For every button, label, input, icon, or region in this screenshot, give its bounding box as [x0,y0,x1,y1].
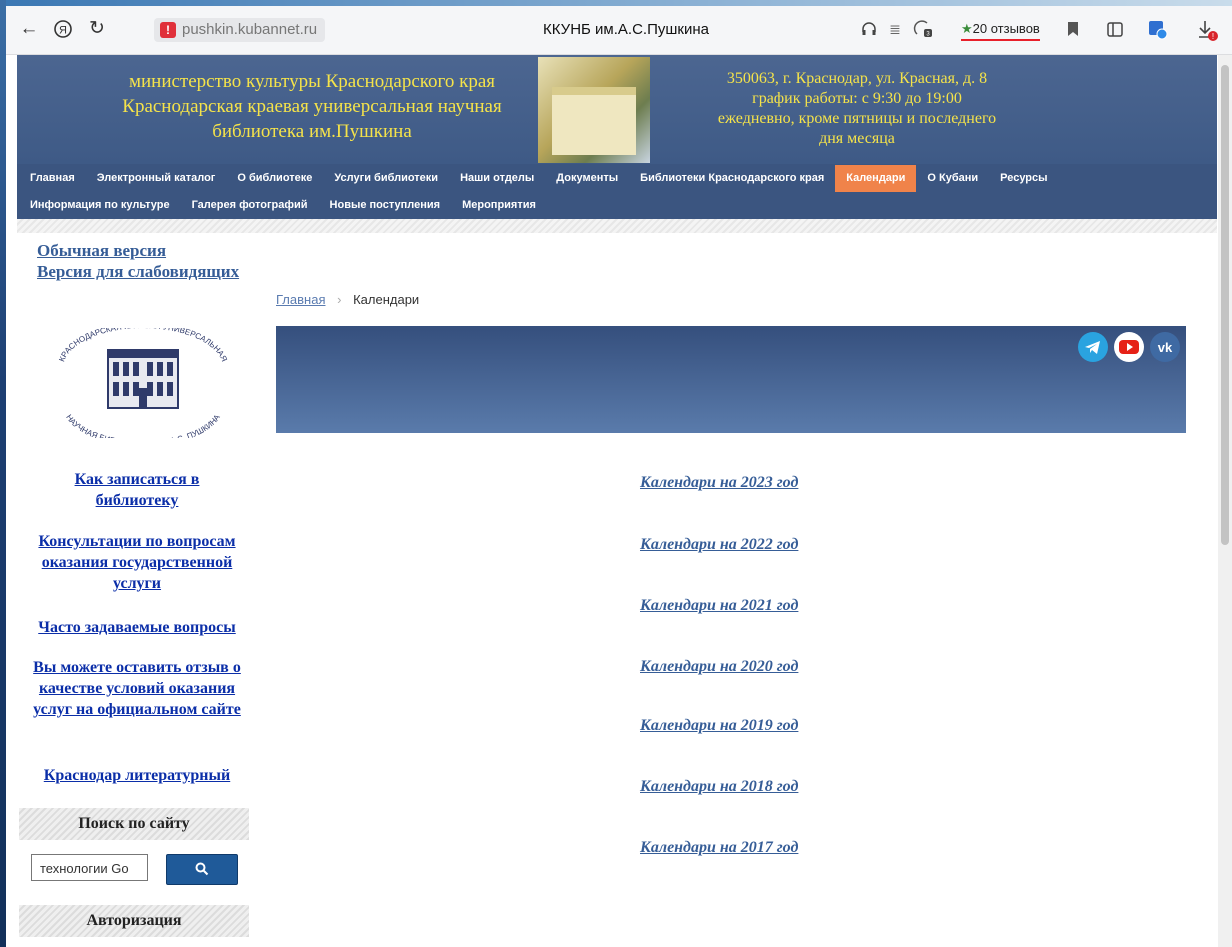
header-address: 350063, г. Краснодар, ул. Красная, д. 8 [726,70,988,87]
auth-title: Авторизация [19,905,249,937]
header-title: министерство культуры Краснодарского кра… [57,69,567,144]
breadcrumb-current: Календари [353,292,420,307]
nav-item[interactable]: Библиотеки Краснодарского края [629,165,835,192]
sidebar: Обычная версия Версия для слабовидящих К… [17,233,257,937]
nav-item[interactable]: Мероприятия [451,192,547,219]
search-title: Поиск по сайту [19,808,249,840]
vk-icon[interactable]: vk [1150,332,1180,362]
header-contacts: 350063, г. Краснодар, ул. Красная, д. 8 … [667,69,1047,149]
nav-item[interactable]: Главная [19,165,86,192]
yandex-icon[interactable]: Я [52,16,74,42]
site-header: министерство культуры Краснодарского кра… [17,55,1217,164]
headphones-icon[interactable] [860,16,878,42]
calendar-link[interactable]: Календари на 2022 год [640,536,798,554]
download-icon[interactable]: ! [1196,16,1218,42]
nav-item[interactable]: Электронный каталог [86,165,227,192]
faq-link[interactable]: Часто задаваемые вопросы [19,617,255,638]
svg-text:vk: vk [1158,340,1173,355]
protect-icon[interactable]: 3 [912,16,934,42]
header-line: Краснодарская краевая универсальная науч… [122,96,502,117]
nav-item-active[interactable]: Календари [835,165,917,192]
svg-text:!: ! [1212,32,1214,41]
extension-icon[interactable] [1146,16,1168,42]
desktop-edge-left [0,0,6,947]
warning-icon: ! [160,22,176,38]
telegram-icon[interactable] [1078,332,1108,362]
reload-icon[interactable]: ↻ [86,16,108,42]
bookmark-icon[interactable] [1064,16,1082,42]
consultation-link[interactable]: Консультации по вопросам оказания госуда… [19,531,255,594]
calendar-link[interactable]: Календари на 2019 год [640,717,798,735]
tab-title: ККУНБ им.А.С.Пушкина [543,21,709,38]
header-line: министерство культуры Краснодарского кра… [128,71,496,92]
search-input[interactable]: технологии Go [31,854,148,881]
reader-icon[interactable]: ≣ [886,16,904,42]
address-text: pushkin.kubannet.ru [182,21,318,38]
collections-icon[interactable] [1104,16,1126,42]
calendar-link[interactable]: Календари на 2018 год [640,778,798,796]
calendar-link[interactable]: Календари на 2017 год [640,839,798,857]
nav-item[interactable]: О библиотеке [226,165,323,192]
back-icon[interactable]: ← [18,16,40,42]
reviews-text: 20 отзывов [972,21,1040,36]
breadcrumb-home[interactable]: Главная [276,292,325,307]
library-logo: КРАСНОДАРСКАЯ КРАЕВАЯ УНИВЕРСАЛЬНАЯ НАУЧ… [53,321,233,448]
svg-text:Я: Я [59,25,67,37]
breadcrumb: Главная › Календари [276,292,419,307]
header-hours: график работы: с 9:30 до 19:00 [752,90,962,107]
low-vision-version-link[interactable]: Версия для слабовидящих [17,261,257,282]
normal-version-link[interactable]: Обычная версия [17,240,257,261]
nav-item[interactable]: Наши отделы [449,165,545,192]
address-bar[interactable]: ! pushkin.kubannet.ru [154,18,326,42]
nav-item[interactable]: Информация по культуре [19,192,181,219]
nav-item[interactable]: Ресурсы [989,165,1058,192]
calendar-link[interactable]: Календари на 2020 год [640,658,798,676]
nav-item[interactable]: Новые поступления [319,192,452,219]
header-days: ежедневно, кроме пятницы и последнего [717,110,997,127]
how-to-register-link[interactable]: Как записаться в библиотеку [19,469,255,511]
header-days: дня месяца [819,130,895,147]
reviews-badge[interactable]: ★20 отзывов [961,19,1040,41]
breadcrumb-separator: › [337,292,342,307]
scrollbar-thumb[interactable] [1221,65,1229,545]
library-building-photo [538,57,650,163]
search-icon [195,862,209,876]
browser-toolbar: ← Я ↻ ! pushkin.kubannet.ru ККУНБ им.А.С… [6,6,1232,55]
feedback-link[interactable]: Вы можете оставить отзыв о качестве усло… [19,657,255,720]
nav-item[interactable]: Документы [545,165,629,192]
header-line: библиотека им.Пушкина [212,121,412,142]
page-scrollbar[interactable] [1218,55,1232,947]
krasnodar-literary-link[interactable]: Краснодар литературный [19,765,255,786]
page-banner: vk [276,326,1186,433]
nav-item[interactable]: О Кубани [916,165,989,192]
search-button[interactable] [166,854,238,885]
youtube-icon[interactable] [1114,332,1144,362]
svg-text:НАУЧНАЯ БИБЛИОТЕКА ИМ. А.С. ПУ: НАУЧНАЯ БИБЛИОТЕКА ИМ. А.С. ПУШКИНА [64,412,222,438]
nav-item[interactable]: Услуги библиотеки [323,165,449,192]
nav-divider [17,219,1217,233]
calendar-link[interactable]: Календари на 2023 год [640,474,798,492]
star-icon: ★ [961,21,973,36]
calendar-link[interactable]: Календари на 2021 год [640,597,798,615]
main-nav: Главная Электронный каталог О библиотеке… [17,164,1217,219]
nav-item[interactable]: Галерея фотографий [181,192,319,219]
